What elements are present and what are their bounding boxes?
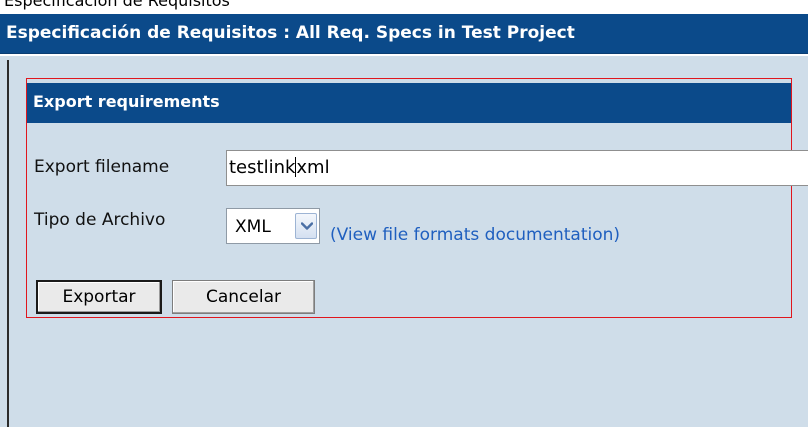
top-strip-text: Especificación de Requisitos: [4, 0, 230, 10]
filename-label: Export filename: [34, 157, 170, 177]
file-formats-doc-link[interactable]: (View file formats documentation): [330, 225, 620, 245]
panel-header: Export requirements: [27, 83, 791, 123]
page-title: Especificación de Requisitos : All Req. …: [6, 23, 575, 43]
panel-title: Export requirements: [33, 92, 220, 111]
filetype-label: Tipo de Archivo: [34, 210, 166, 230]
filename-input[interactable]: testlinkxml: [226, 150, 808, 186]
filename-value-before: testlink: [229, 157, 296, 178]
chevron-down-icon: [301, 222, 313, 230]
page-title-bar: Especificación de Requisitos : All Req. …: [0, 14, 808, 54]
top-strip: Especificación de Requisitos: [0, 0, 808, 14]
filetype-select[interactable]: XML: [226, 208, 320, 244]
left-divider: [7, 60, 9, 427]
filename-value-after: xml: [296, 157, 330, 178]
export-button[interactable]: Exportar: [36, 280, 162, 314]
cancel-button[interactable]: Cancelar: [172, 280, 315, 314]
filetype-selected-value: XML: [235, 217, 271, 237]
select-dropdown-button[interactable]: [295, 213, 317, 239]
